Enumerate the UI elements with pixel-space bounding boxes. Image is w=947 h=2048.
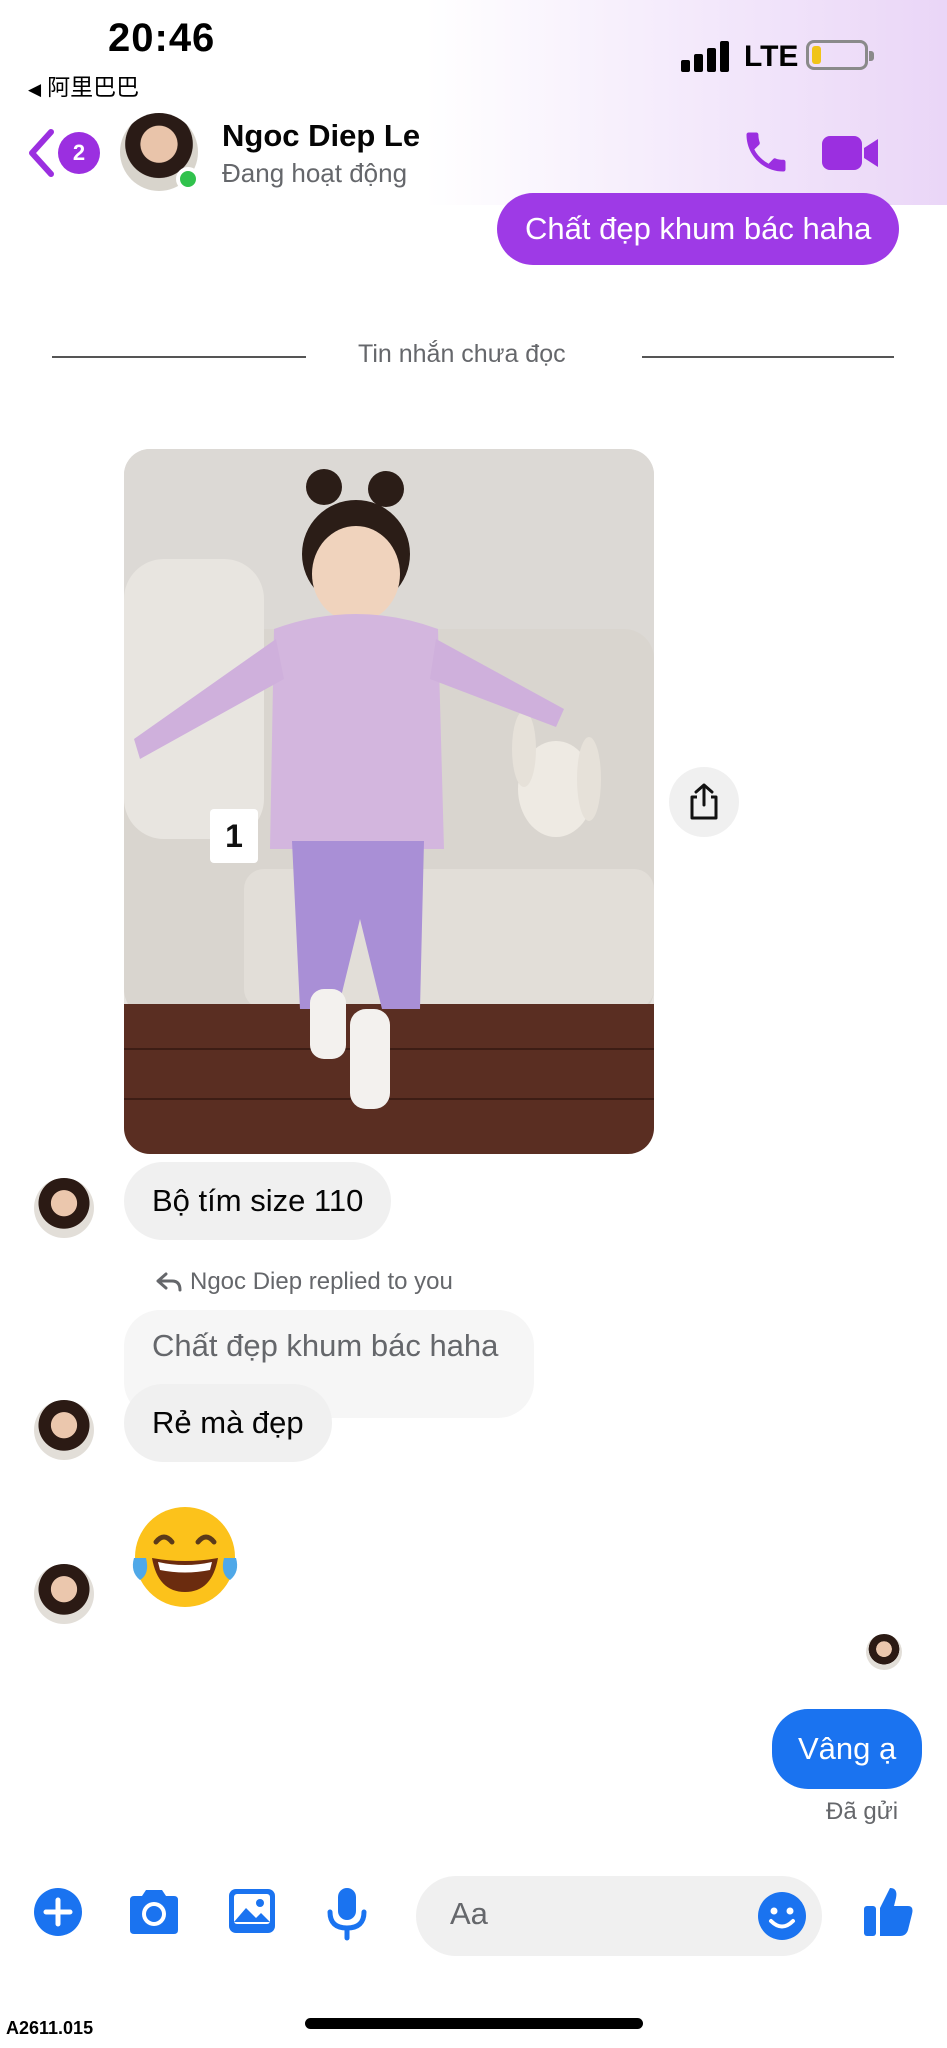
photo-message[interactable]: 1 <box>124 449 654 1154</box>
online-indicator <box>176 167 200 191</box>
emoji-button[interactable] <box>756 1890 808 1942</box>
reply-indicator-text: Ngoc Diep replied to you <box>190 1268 453 1295</box>
plus-icon <box>34 1888 82 1936</box>
back-triangle-icon: ◀ <box>28 80 42 99</box>
thumbs-up-icon <box>864 1888 913 1936</box>
status-time: 20:46 <box>108 16 216 60</box>
back-app-label: 阿里巴巴 <box>47 74 140 100</box>
message-input-placeholder: Aa <box>450 1896 488 1931</box>
phone-icon <box>746 132 786 172</box>
message-input[interactable]: Aa <box>416 1876 822 1956</box>
contact-name[interactable]: Ngoc Diep Le <box>222 118 420 154</box>
battery-icon <box>806 40 874 70</box>
sent-status: Đã gửi <box>826 1798 899 1825</box>
back-button[interactable]: 2 <box>26 126 106 180</box>
emoji-message[interactable] <box>128 1500 242 1614</box>
photo-number-tag: 1 <box>225 818 243 854</box>
sender-avatar[interactable] <box>34 1178 94 1238</box>
network-label: LTE <box>744 40 799 73</box>
microphone-icon <box>327 1888 367 1941</box>
plus-button[interactable] <box>32 1886 92 1946</box>
signal-icon <box>681 40 733 72</box>
contact-avatar[interactable] <box>120 113 200 191</box>
video-call-button[interactable] <box>820 130 882 176</box>
unread-divider-label: Tin nhắn chưa đọc <box>358 340 566 368</box>
divider-line-left <box>52 356 306 358</box>
gallery-button[interactable] <box>226 1886 286 1946</box>
reply-indicator: Ngoc Diep replied to you <box>156 1268 453 1296</box>
incoming-message[interactable]: Bộ tím size 110 <box>124 1162 392 1240</box>
voice-call-button[interactable] <box>740 126 792 178</box>
outgoing-message[interactable]: Chất đẹp khum bác haha <box>497 193 900 265</box>
video-camera-icon <box>822 136 878 170</box>
home-indicator[interactable] <box>305 2018 643 2029</box>
share-icon <box>690 783 718 820</box>
chevron-left-icon <box>29 129 54 177</box>
divider-line-right <box>642 356 894 358</box>
sender-avatar[interactable] <box>34 1400 94 1460</box>
outgoing-message[interactable]: Vâng ạ <box>772 1709 923 1789</box>
child-outfit-photo: 1 <box>124 449 654 1154</box>
incoming-message[interactable]: Rẻ mà đẹp <box>124 1384 332 1462</box>
like-button[interactable] <box>860 1884 918 1942</box>
contact-status: Đang hoạt động <box>222 158 408 188</box>
back-to-app-link[interactable]: ◀ 阿里巴巴 <box>28 68 139 102</box>
face-with-tears-of-joy-icon <box>132 1507 238 1607</box>
voice-message-button[interactable] <box>324 1886 384 1946</box>
camera-icon <box>130 1890 178 1934</box>
reply-arrow-icon <box>156 1272 182 1292</box>
seen-receipt-avatar <box>866 1634 902 1670</box>
camera-button[interactable] <box>126 1886 186 1946</box>
share-button[interactable] <box>669 767 739 837</box>
watermark-code: A2611.015 <box>6 2018 94 2038</box>
image-icon <box>229 1889 275 1933</box>
smile-icon <box>758 1892 806 1940</box>
sender-avatar[interactable] <box>34 1564 94 1624</box>
unread-badge: 2 <box>58 132 100 174</box>
